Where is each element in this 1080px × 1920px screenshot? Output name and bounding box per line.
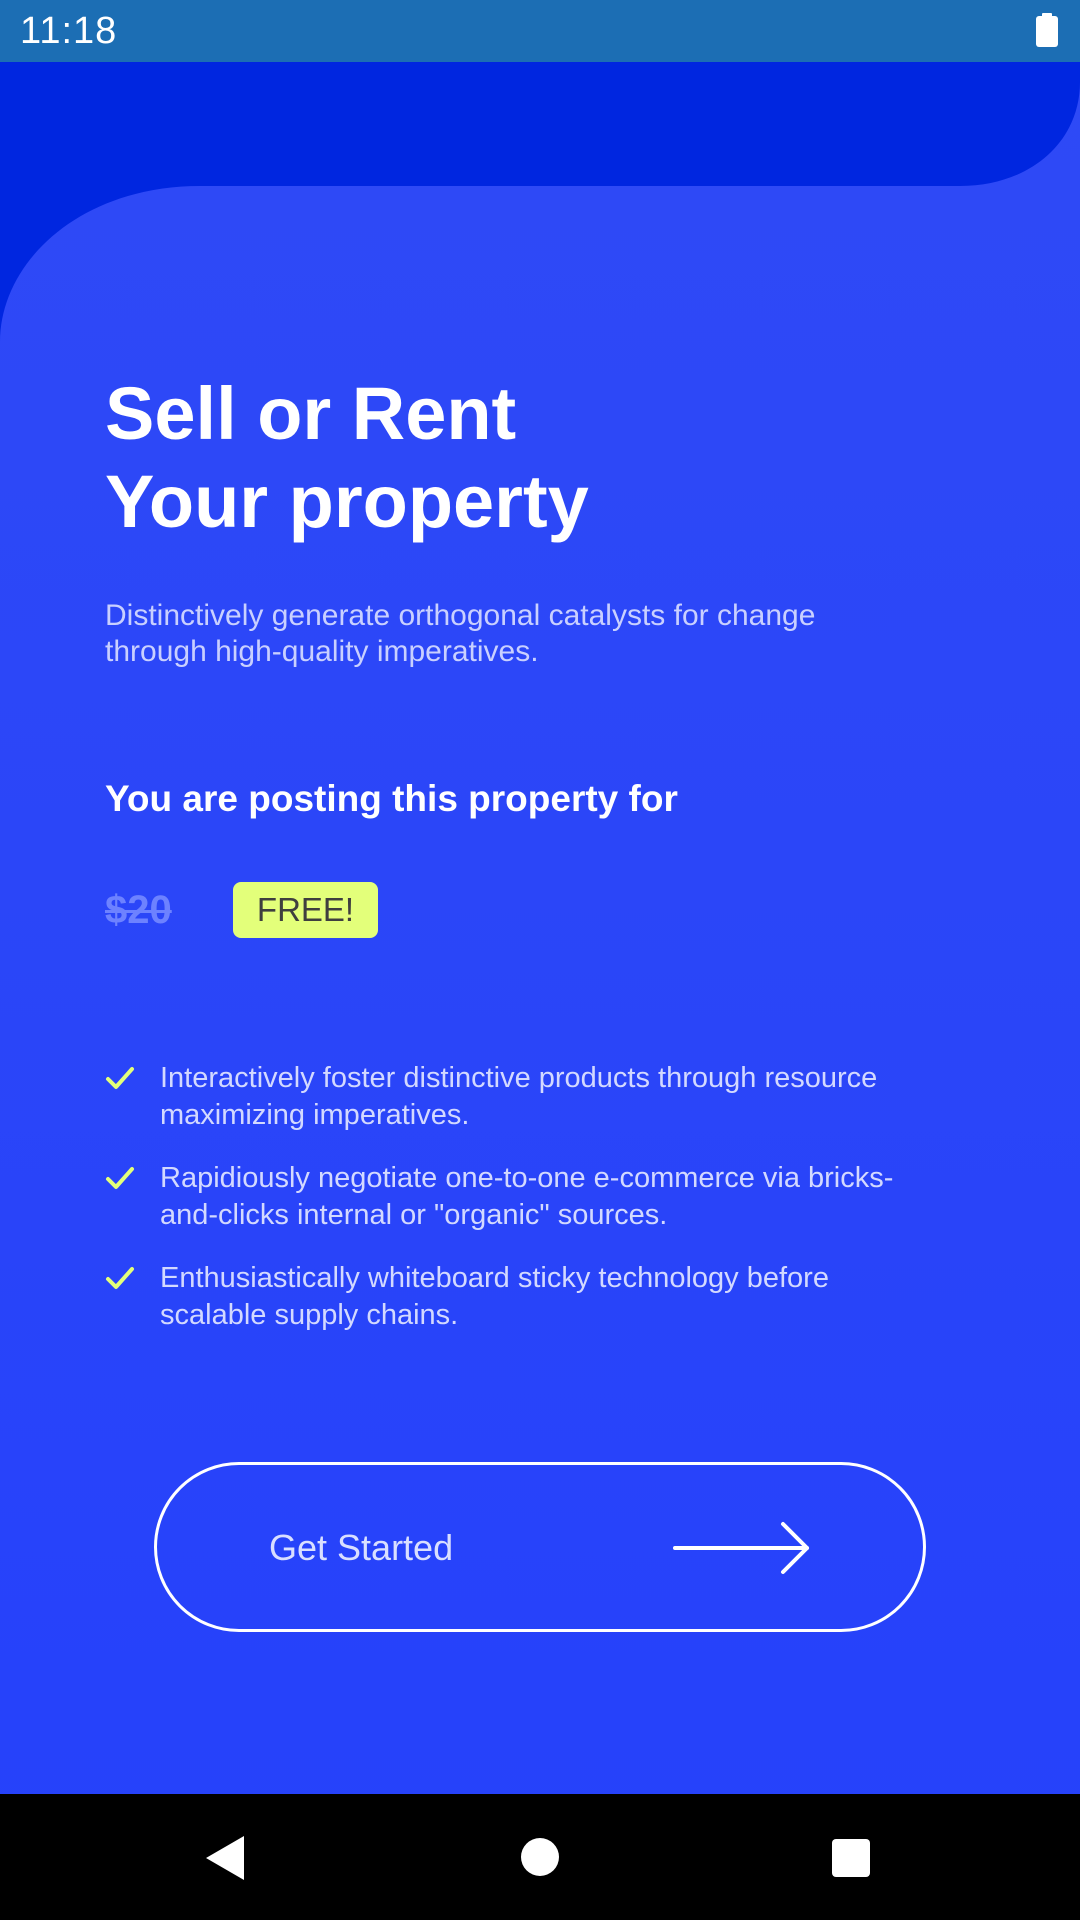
feature-text: Interactively foster distinctive product… xyxy=(160,1062,878,1131)
header-decoration xyxy=(0,62,1080,342)
subtitle: Distinctively generate orthogonal cataly… xyxy=(105,599,816,668)
check-icon xyxy=(106,1067,134,1089)
feature-list: Interactively foster distinctive product… xyxy=(105,1060,985,1334)
list-item: Interactively foster distinctive product… xyxy=(105,1060,920,1134)
screen: 11:18 Sell or Rent Your property Distinc… xyxy=(0,0,1080,1920)
status-time: 11:18 xyxy=(20,10,118,52)
system-nav-bar xyxy=(0,1794,1080,1920)
list-item: Rapidiously negotiate one-to-one e-comme… xyxy=(105,1160,920,1234)
old-price: $20 xyxy=(105,888,172,932)
price-row: $20 FREE! xyxy=(105,882,985,940)
headline-line-2: Your property xyxy=(105,460,589,543)
check-icon xyxy=(106,1267,134,1289)
feature-text: Enthusiastically whiteboard sticky techn… xyxy=(160,1262,829,1331)
get-started-button[interactable]: Get Started xyxy=(154,1462,926,1632)
home-circle-icon[interactable] xyxy=(521,1838,559,1876)
headline-line-1: Sell or Rent xyxy=(105,372,517,455)
recents-square-icon[interactable] xyxy=(832,1839,870,1877)
status-bar: 11:18 xyxy=(0,0,1080,62)
battery-full-icon xyxy=(1036,13,1058,47)
arrow-right-icon xyxy=(673,1522,809,1574)
back-triangle-icon[interactable] xyxy=(206,1836,246,1880)
posting-label: You are posting this property for xyxy=(105,778,678,819)
main-content: Sell or Rent Your property Distinctively… xyxy=(105,370,985,1360)
get-started-label: Get Started xyxy=(269,1527,454,1568)
page-title: Sell or Rent Your property xyxy=(105,370,985,546)
check-icon xyxy=(106,1167,134,1189)
free-badge: FREE! xyxy=(233,882,378,938)
feature-text: Rapidiously negotiate one-to-one e-comme… xyxy=(160,1162,894,1231)
list-item: Enthusiastically whiteboard sticky techn… xyxy=(105,1260,920,1334)
